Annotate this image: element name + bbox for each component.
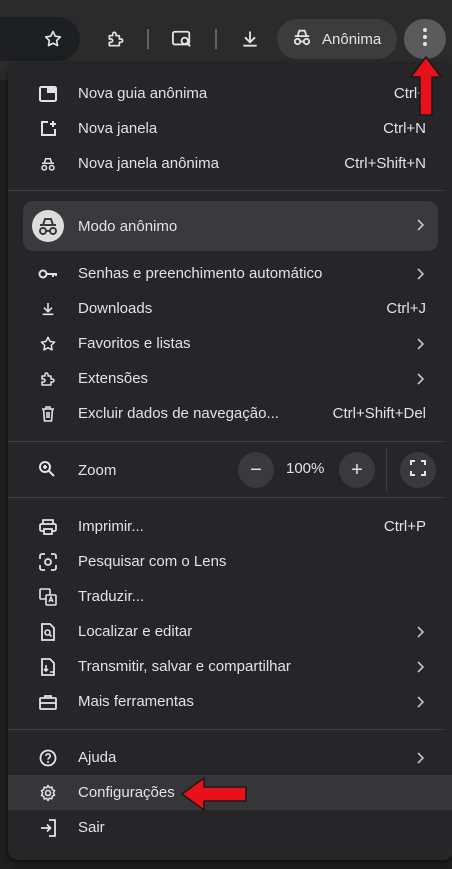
menu-item-label: Extensões [78,370,149,387]
menu-item-clear-data[interactable]: Excluir dados de navegação... Ctrl+Shift… [8,396,452,431]
chevron-right-icon [415,337,425,351]
menu-item-label: Traduzir... [78,588,145,605]
star-icon[interactable] [38,24,68,54]
zoom-label: Zoom [78,462,117,479]
menu-divider [8,190,445,191]
menu-item-lens[interactable]: Pesquisar com o Lens [8,544,452,579]
zoom-out-button[interactable]: − [238,452,274,488]
menu-item-label: Imprimir... [78,518,144,535]
incognito-chip[interactable]: Anônima [277,19,397,59]
key-icon [38,264,58,284]
menu-item-label: Ajuda [78,749,117,766]
save-share-icon [38,657,58,677]
menu-divider [8,497,445,498]
menu-item-print[interactable]: Imprimir... Ctrl+P [8,509,452,544]
profile-label: Modo anônimo [78,217,178,235]
menu-item-label: Sair [78,819,105,836]
menu-item-passwords[interactable]: Senhas e preenchimento automático [8,256,452,291]
gear-icon [38,783,58,803]
menu-item-help[interactable]: Ajuda [8,740,452,775]
menu-item-cast-save-share[interactable]: Transmitir, salvar e compartilhar [8,649,452,684]
new-tab-icon [38,84,58,104]
trash-icon [38,404,58,424]
download-icon[interactable] [235,24,265,54]
menu-item-label: Favoritos e listas [78,335,191,352]
annotation-arrow-up-icon [408,55,444,122]
new-window-icon [38,119,58,139]
kebab-menu-button[interactable] [404,19,446,59]
exit-icon [38,818,58,838]
fullscreen-icon [410,459,426,482]
shortcut-label: Ctrl+P [383,518,426,535]
menu-item-new-incognito-tab[interactable]: Nova guia anônima Ctrl+ [8,76,452,111]
menu-item-find-edit[interactable]: Localizar e editar [8,614,452,649]
chevron-right-icon [415,625,425,639]
chevron-right-icon [415,695,425,709]
menu-item-label: Transmitir, salvar e compartilhar [78,658,291,675]
shortcut-label: Ctrl+J [386,300,426,317]
menu-item-label: Nova janela anônima [78,155,219,172]
lens-icon[interactable] [167,24,197,54]
zoom-in-button[interactable]: + [339,452,375,488]
menu-item-label: Senhas e preenchimento automático [78,265,323,282]
menu-item-label: Mais ferramentas [78,693,194,710]
toolbox-icon [38,692,58,712]
zoom-value: 100% [286,460,325,477]
chevron-right-icon [415,372,425,386]
fullscreen-button[interactable] [400,452,436,488]
menu-item-new-incognito-window[interactable]: Nova janela anônima Ctrl+Shift+N [8,146,452,181]
extensions-icon [38,369,58,389]
menu-divider [8,441,445,442]
menu-item-label: Pesquisar com o Lens [78,553,227,570]
zoom-row: Zoom − 100% + [8,448,452,492]
toolbar-separator [147,29,149,49]
google-lens-icon [38,552,58,572]
menu-item-label: Nova janela [78,120,158,137]
extensions-icon[interactable] [101,24,131,54]
incognito-label: Anônima [322,30,382,48]
kebab-menu-icon [422,27,428,52]
download-icon [38,299,58,319]
star-icon [38,334,58,354]
chrome-menu: Nova guia anônima Ctrl+ Nova janela Ctrl… [8,64,452,860]
menu-item-more-tools[interactable]: Mais ferramentas [8,684,452,719]
translate-icon [38,587,58,607]
menu-item-label: Configurações [78,784,175,801]
zoom-icon [38,460,56,483]
incognito-avatar-icon [32,210,64,242]
shortcut-label: Ctrl+N [383,120,426,137]
find-page-icon [38,622,58,642]
profile-incognito-mode[interactable]: Modo anônimo [23,201,438,251]
menu-divider [8,729,445,730]
chevron-right-icon [415,751,425,765]
shortcut-label: Ctrl+Shift+N [344,155,426,172]
annotation-arrow-left-icon [180,775,248,818]
help-icon [38,748,58,768]
menu-item-extensions[interactable]: Extensões [8,361,452,396]
menu-item-new-window[interactable]: Nova janela Ctrl+N [8,111,452,146]
toolbar-separator [215,29,217,49]
menu-item-label: Nova guia anônima [78,85,208,102]
menu-item-label: Localizar e editar [78,623,193,640]
chevron-right-icon [415,267,425,281]
incognito-icon [38,154,58,174]
printer-icon [38,517,58,537]
menu-item-bookmarks[interactable]: Favoritos e listas [8,326,452,361]
menu-item-label: Downloads [78,300,153,317]
chevron-right-icon [416,218,425,235]
menu-item-label: Excluir dados de navegação... [78,405,279,422]
shortcut-label: Ctrl+Shift+Del [332,405,426,422]
chevron-right-icon [415,660,425,674]
incognito-icon [291,28,313,50]
menu-item-downloads[interactable]: Downloads Ctrl+J [8,291,452,326]
zoom-separator [386,448,387,492]
menu-item-translate[interactable]: Traduzir... [8,579,452,614]
